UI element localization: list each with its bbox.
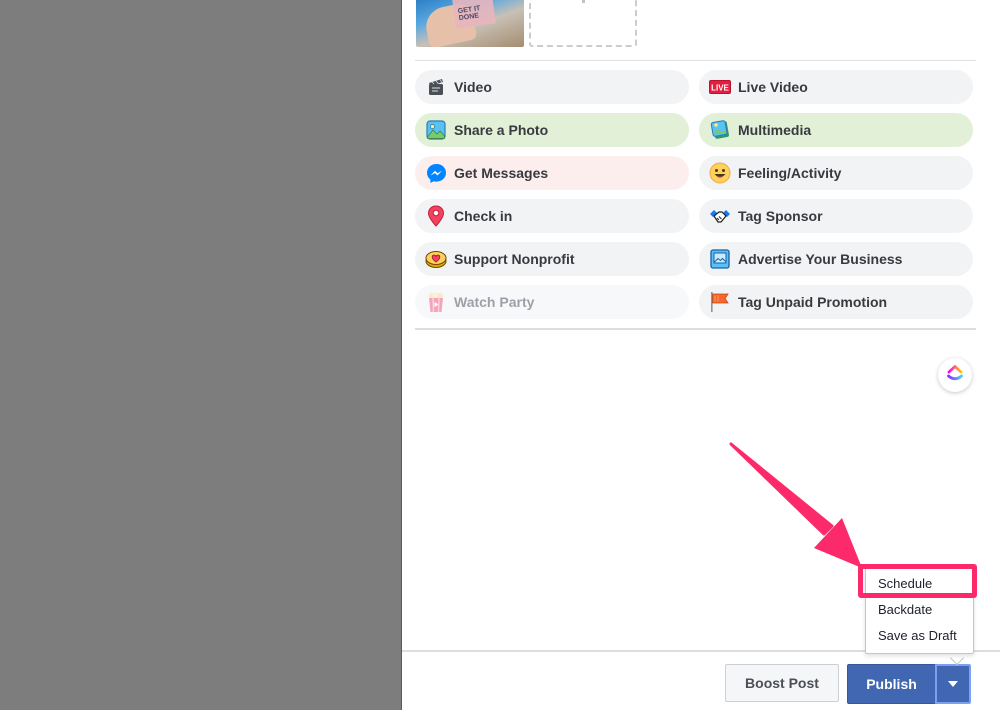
flag-icon: [709, 291, 731, 313]
attached-photo-thumbnail[interactable]: GET IT DONE: [416, 0, 524, 47]
plus-icon: [582, 0, 585, 3]
divider: [415, 60, 976, 61]
option-live-video[interactable]: LIVE Live Video: [699, 70, 973, 104]
option-label: Multimedia: [738, 122, 812, 138]
multimedia-icon: [709, 119, 731, 141]
modal-backdrop: [0, 0, 401, 710]
option-get-messages[interactable]: Get Messages: [415, 156, 689, 190]
option-label: Live Video: [738, 79, 808, 95]
photo-icon: [425, 119, 447, 141]
option-label: Video: [454, 79, 492, 95]
menu-item-schedule[interactable]: Schedule: [878, 576, 932, 591]
option-label: Advertise Your Business: [738, 251, 903, 267]
option-label: Support Nonprofit: [454, 251, 575, 267]
option-share-photo[interactable]: Share a Photo: [415, 113, 689, 147]
publish-options-dropdown-button[interactable]: [935, 664, 971, 704]
handshake-icon: [709, 205, 731, 227]
option-advertise-business[interactable]: Advertise Your Business: [699, 242, 973, 276]
publish-split-button: Publish: [847, 664, 971, 704]
option-watch-party[interactable]: Watch Party: [415, 285, 689, 319]
clickup-logo-icon: [945, 363, 965, 388]
divider: [415, 328, 976, 330]
option-feeling-activity[interactable]: Feeling/Activity: [699, 156, 973, 190]
live-badge-icon: LIVE: [709, 76, 731, 98]
option-label: Check in: [454, 208, 513, 224]
messenger-icon: [425, 162, 447, 184]
option-tag-unpaid-promotion[interactable]: Tag Unpaid Promotion: [699, 285, 973, 319]
clapperboard-icon: [425, 76, 447, 98]
option-label: Tag Sponsor: [738, 208, 823, 224]
add-media-slot[interactable]: [529, 0, 637, 47]
publish-button[interactable]: Publish: [847, 664, 935, 704]
menu-item-save-as-draft[interactable]: Save as Draft: [878, 628, 957, 643]
option-support-nonprofit[interactable]: Support Nonprofit: [415, 242, 689, 276]
map-pin-icon: [425, 205, 447, 227]
option-label: Tag Unpaid Promotion: [738, 294, 888, 310]
ad-image-icon: [709, 248, 731, 270]
option-label: Feeling/Activity: [738, 165, 842, 181]
option-multimedia[interactable]: Multimedia: [699, 113, 973, 147]
publish-options-menu: Schedule Backdate Save as Draft: [865, 567, 974, 654]
menu-item-backdate[interactable]: Backdate: [878, 602, 932, 617]
boost-post-button[interactable]: Boost Post: [725, 664, 839, 702]
option-label: Watch Party: [454, 294, 535, 310]
popcorn-icon: [425, 291, 447, 313]
option-label: Get Messages: [454, 165, 549, 181]
option-label: Share a Photo: [454, 122, 549, 138]
post-composer-panel: GET IT DONE Video LIVE Live Video Share …: [401, 0, 1000, 710]
caret-down-icon: [948, 681, 958, 687]
heart-coin-icon: [425, 248, 447, 270]
option-tag-sponsor[interactable]: Tag Sponsor: [699, 199, 973, 233]
thumbnail-caption: GET IT DONE: [457, 5, 481, 23]
clickup-extension-button[interactable]: [938, 358, 972, 392]
option-check-in[interactable]: Check in: [415, 199, 689, 233]
live-badge-text: LIVE: [711, 84, 729, 93]
thumbnail-card: GET IT DONE: [452, 0, 496, 29]
smiley-icon: [709, 162, 731, 184]
post-options-grid: Video LIVE Live Video Share a Photo Mult…: [415, 70, 974, 319]
option-video[interactable]: Video: [415, 70, 689, 104]
